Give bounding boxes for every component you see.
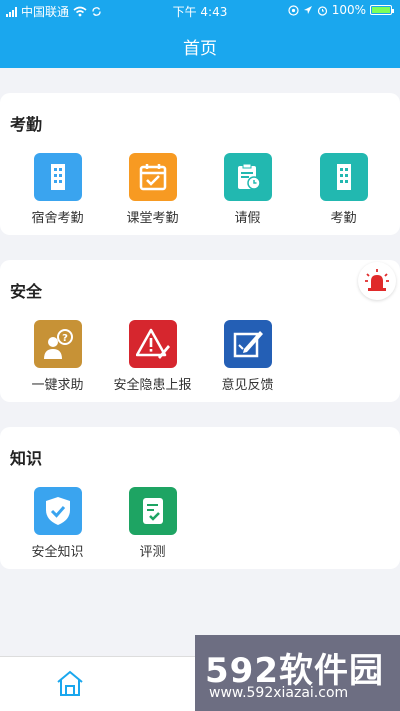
- item-label: 安全隐患上报: [113, 378, 192, 393]
- item-label: 宿舍考勤: [31, 211, 84, 226]
- one-click-help-button[interactable]: ? 一键求助: [10, 320, 105, 393]
- section-knowledge: 知识 安全知识 评测: [0, 427, 400, 569]
- section-title: 安全: [10, 282, 43, 301]
- leave-request-button[interactable]: 请假: [200, 153, 295, 226]
- item-label: 意见反馈: [221, 378, 274, 393]
- status-bar: 中国联通 下午 4:43 100%: [0, 0, 400, 22]
- shield-check-icon: [33, 487, 82, 535]
- person-question-icon: ?: [33, 320, 82, 368]
- page-title: 首页: [183, 39, 217, 59]
- edit-square-icon: [223, 320, 272, 368]
- item-label: 请假: [234, 211, 261, 226]
- building-icon: [33, 153, 82, 201]
- item-label: 考勤: [330, 211, 357, 226]
- document-check-icon: [128, 487, 177, 535]
- watermark: 592软件园 www.592xiazai.com: [195, 635, 400, 711]
- item-label: 评测: [139, 545, 166, 560]
- clipboard-clock-icon: [223, 153, 272, 201]
- section-safety: 安全 ? 一键求助 安全隐患上报 意见反馈: [0, 260, 400, 402]
- section-attendance: 考勤 宿舍考勤 课堂考勤 请假 考勤: [0, 93, 400, 235]
- section-title: 考勤: [10, 115, 43, 134]
- siren-button[interactable]: [358, 262, 396, 300]
- safety-knowledge-button[interactable]: 安全知识: [10, 487, 105, 560]
- hazard-report-button[interactable]: 安全隐患上报: [105, 320, 200, 393]
- warning-pencil-icon: [128, 320, 177, 368]
- alarm-clock-icon: [317, 5, 327, 16]
- calendar-check-icon: [128, 153, 177, 201]
- building-icon: [319, 153, 368, 201]
- assessment-button[interactable]: 评测: [105, 487, 200, 560]
- class-attendance-button[interactable]: 课堂考勤: [105, 153, 200, 226]
- dorm-attendance-button[interactable]: 宿舍考勤: [10, 153, 105, 226]
- item-label: 安全知识: [31, 545, 84, 560]
- top-bar: 中国联通 下午 4:43 100% 首页: [0, 0, 400, 68]
- svg-text:?: ?: [62, 333, 68, 344]
- section-title: 知识: [10, 449, 43, 468]
- home-icon: [57, 670, 83, 696]
- watermark-url: www.592xiazai.com: [209, 685, 349, 701]
- battery-icon: [370, 5, 394, 15]
- battery-percent: 100%: [331, 3, 366, 17]
- attendance-button[interactable]: 考勤: [296, 153, 391, 226]
- location-icon: [303, 6, 312, 14]
- siren-icon: [365, 269, 389, 291]
- lock-rotation-icon: [288, 4, 299, 16]
- feedback-button[interactable]: 意见反馈: [200, 320, 295, 393]
- item-label: 课堂考勤: [126, 211, 179, 226]
- tab-home[interactable]: [50, 663, 90, 703]
- item-label: 一键求助: [31, 378, 84, 393]
